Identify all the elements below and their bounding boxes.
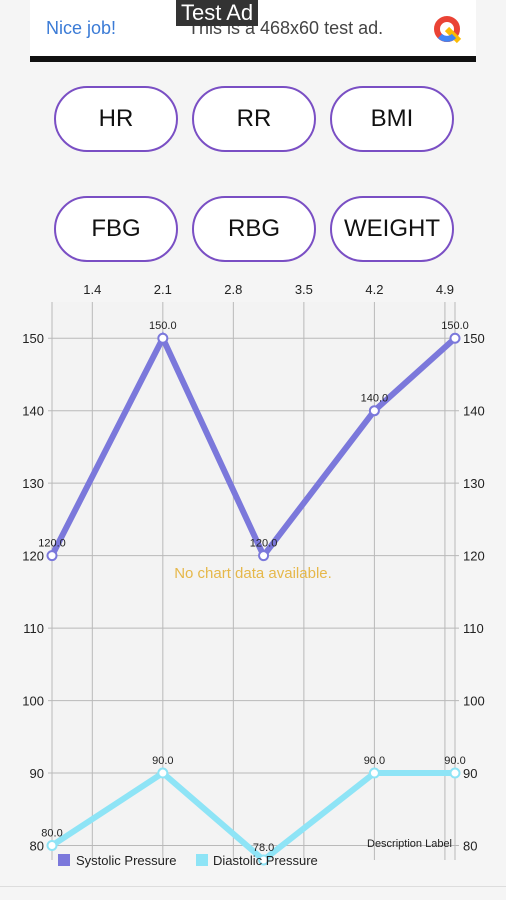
data-point	[46, 840, 58, 852]
data-point	[449, 767, 461, 779]
legend-swatch-diastolic	[196, 854, 208, 866]
x-tick-label: 4.9	[436, 282, 454, 297]
fbg-button[interactable]: FBG	[54, 196, 178, 262]
y-tick-label-left: 100	[22, 694, 44, 709]
data-label: 120.0	[38, 538, 66, 550]
x-tick-label: 3.5	[295, 282, 313, 297]
data-point	[46, 550, 58, 562]
y-tick-label-right: 130	[463, 476, 485, 491]
legend-label-systolic: Systolic Pressure	[76, 853, 176, 868]
y-tick-label-right: 90	[463, 766, 477, 781]
test-ad-badge: Test Ad	[176, 0, 259, 26]
x-tick-label: 2.1	[154, 282, 172, 297]
y-tick-label-right: 110	[463, 621, 484, 636]
description-label: Description Label	[367, 838, 452, 850]
y-tick-label-left: 150	[22, 331, 44, 346]
data-point	[368, 405, 380, 417]
x-tick-label: 4.2	[365, 282, 383, 297]
y-tick-label-right: 100	[463, 694, 485, 709]
legend-swatch-systolic	[58, 854, 70, 866]
x-tick-label: 1.4	[83, 282, 101, 297]
weight-button[interactable]: WEIGHT	[330, 196, 454, 262]
data-label: 90.0	[444, 755, 465, 767]
y-tick-label-left: 110	[23, 621, 44, 636]
y-tick-label-left: 90	[30, 766, 44, 781]
ad-nice-job-text: Nice job!	[46, 18, 117, 38]
blood-pressure-chart: 1.4 2.1 2.8 3.5 4.2 4.9 80 80 90 90 100 100 110 110 12…	[22, 282, 485, 868]
y-tick-label-right: 120	[463, 549, 485, 564]
data-label: 90.0	[364, 755, 385, 767]
data-point	[157, 767, 169, 779]
y-tick-label-left: 80	[30, 839, 44, 854]
data-point	[368, 767, 380, 779]
y-tick-label-left: 140	[22, 404, 44, 419]
y-tick-label-right: 150	[463, 331, 485, 346]
data-point	[449, 332, 461, 344]
data-label: 140.0	[361, 393, 389, 405]
y-tick-label-left: 120	[22, 549, 44, 564]
data-point	[258, 550, 270, 562]
bmi-button[interactable]: BMI	[330, 86, 454, 152]
data-point	[157, 332, 169, 344]
bottom-divider	[0, 886, 506, 887]
ad-logo-icon	[434, 16, 462, 44]
data-label: 80.0	[41, 828, 62, 840]
y-tick-label-left: 130	[22, 476, 44, 491]
no-data-text: No chart data available.	[174, 565, 332, 582]
legend-label-diastolic: Diastolic Pressure	[213, 853, 318, 868]
x-tick-label: 2.8	[224, 282, 242, 297]
rr-button[interactable]: RR	[192, 86, 316, 152]
data-label: 150.0	[441, 320, 469, 332]
data-label: 150.0	[149, 320, 177, 332]
rbg-button[interactable]: RBG	[192, 196, 316, 262]
hr-button[interactable]: HR	[54, 86, 178, 152]
y-tick-label-right: 140	[463, 404, 485, 419]
data-label: 120.0	[250, 538, 278, 550]
data-label: 90.0	[152, 755, 173, 767]
y-tick-label-right: 80	[463, 839, 477, 854]
